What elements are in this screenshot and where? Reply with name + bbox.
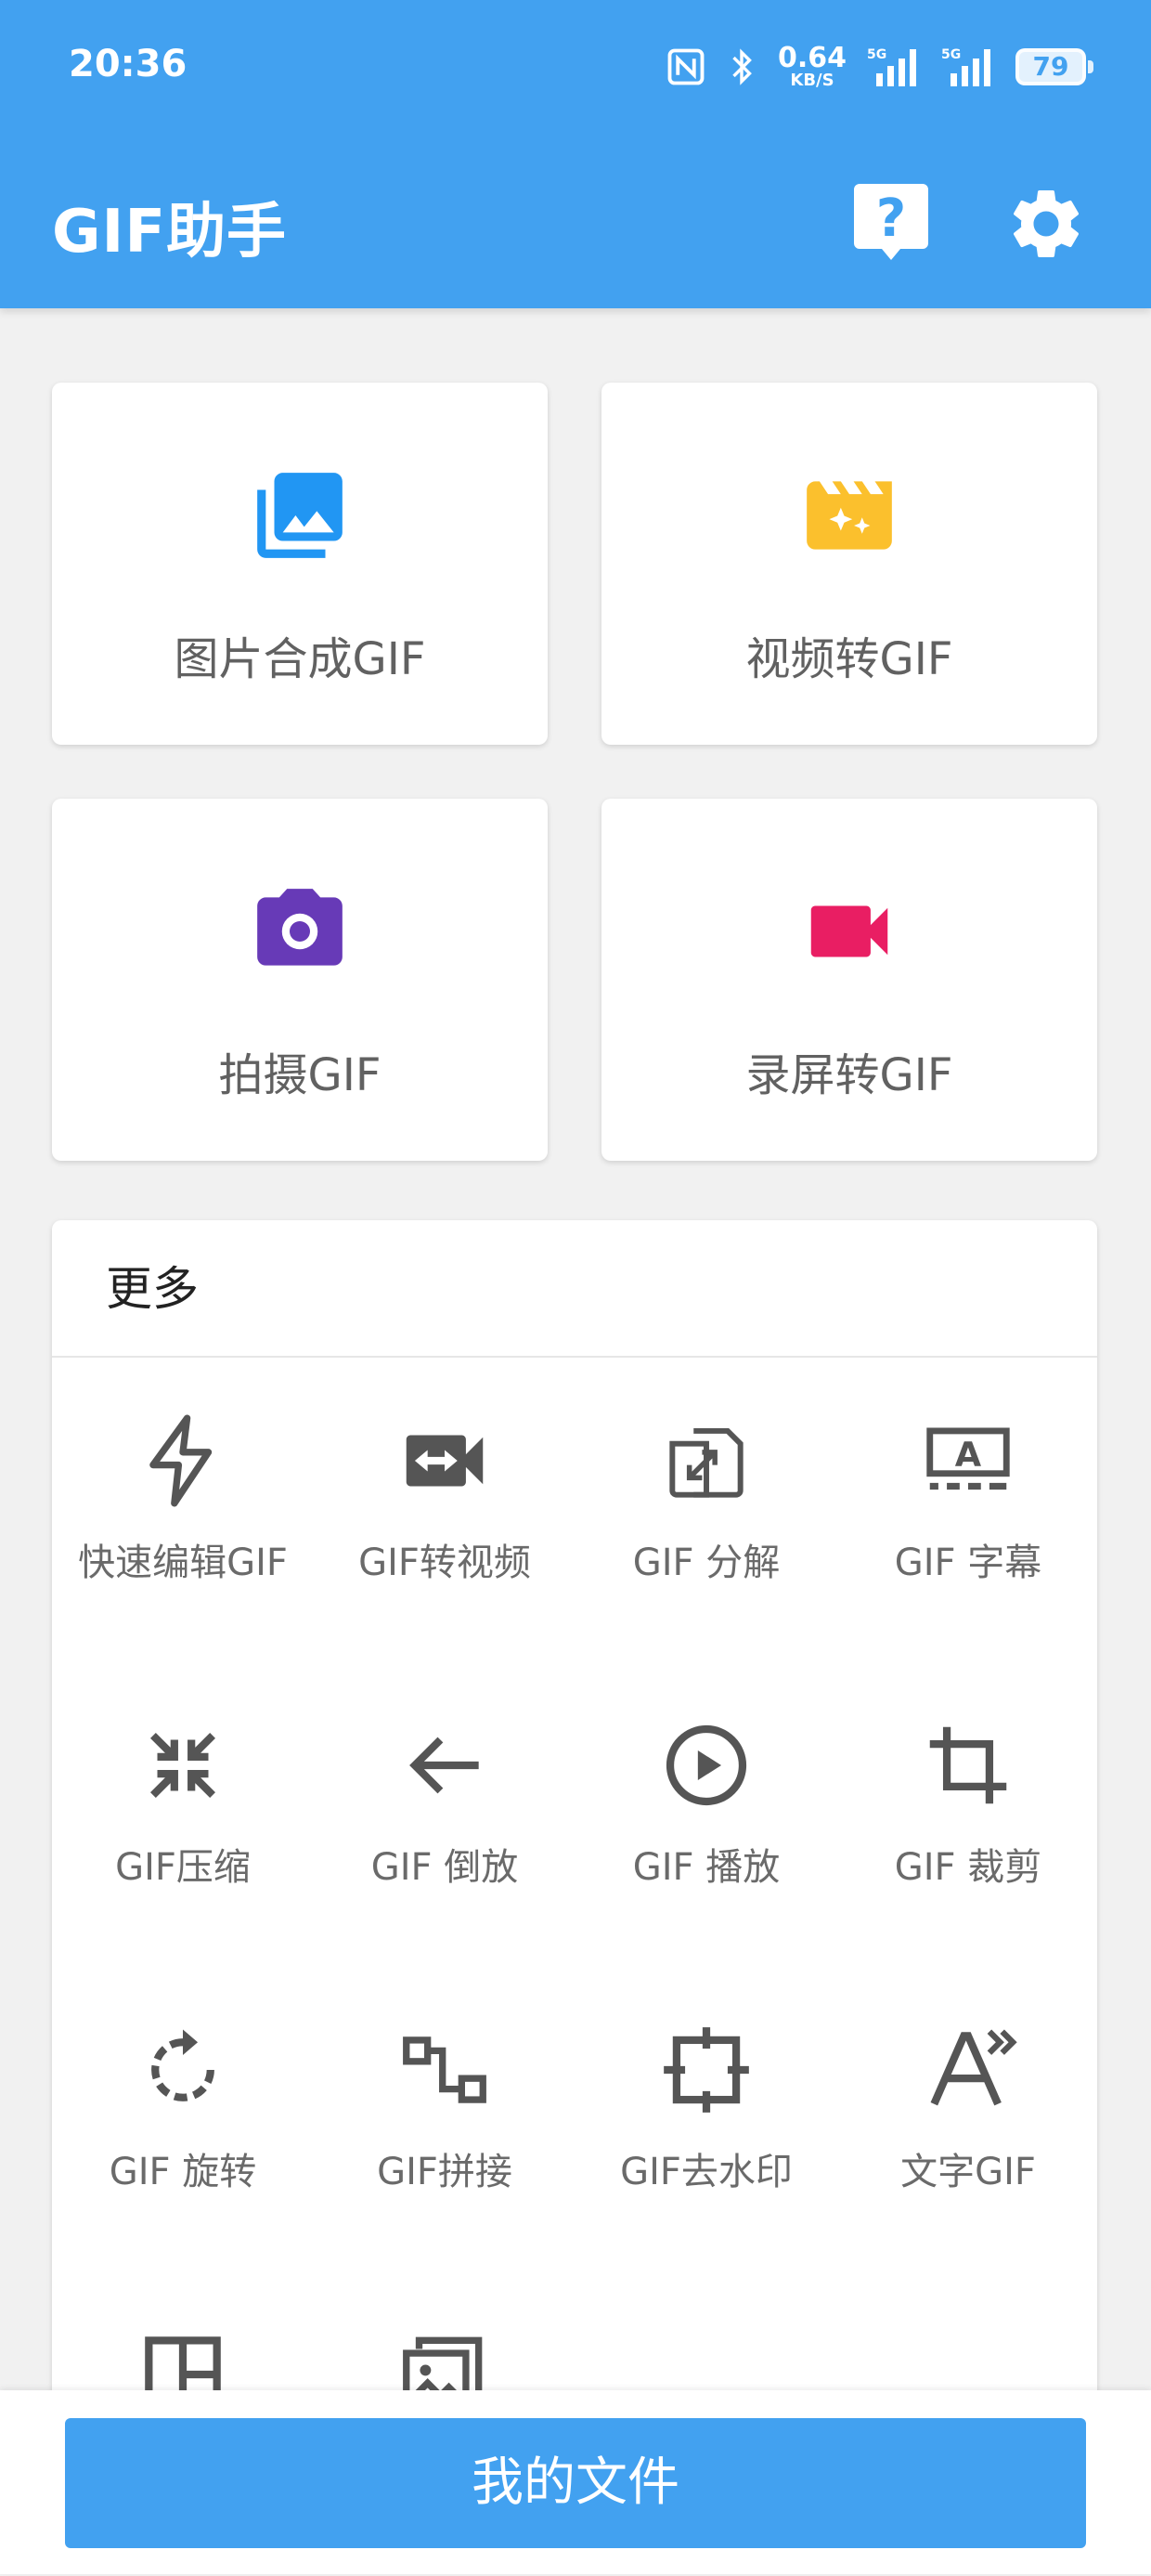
gear-icon bbox=[1013, 189, 1080, 257]
tool-gif-play[interactable]: GIF 播放 bbox=[576, 1662, 837, 1967]
text-gif-icon bbox=[930, 2029, 1017, 2106]
tool-gif-to-video[interactable]: GIF转视频 bbox=[314, 1358, 576, 1662]
feature-label: 拍摄GIF bbox=[218, 1049, 382, 1101]
svg-text:5G: 5G bbox=[867, 47, 886, 62]
tool-gif-rotate[interactable]: GIF 旋转 bbox=[52, 1967, 314, 2271]
signal-sim1-icon: 5G bbox=[867, 47, 916, 86]
file-split-icon bbox=[669, 1427, 744, 1498]
bottom-bar: 我的文件 bbox=[0, 2390, 1151, 2574]
subtitles-icon: A bbox=[926, 1427, 1010, 1490]
tool-quick-edit[interactable]: 快速编辑GIF bbox=[52, 1358, 314, 1662]
feature-card-images-to-gif[interactable]: 图片合成GIF bbox=[52, 383, 548, 745]
signal-sim2-icon: 5G bbox=[941, 47, 990, 86]
status-time: 20:36 bbox=[69, 43, 188, 85]
tool-gif-reverse[interactable]: GIF 倒放 bbox=[314, 1662, 576, 1967]
videocam-icon bbox=[810, 905, 888, 957]
feature-card-screen-record-to-gif[interactable]: 录屏转GIF bbox=[601, 799, 1097, 1161]
join-icon bbox=[403, 2036, 486, 2103]
svg-text:5G: 5G bbox=[941, 47, 961, 62]
feature-label: 录屏转GIF bbox=[745, 1049, 953, 1101]
svg-text:A: A bbox=[955, 1435, 982, 1475]
tool-text-gif[interactable]: 文字GIF bbox=[837, 1967, 1099, 2271]
help-icon: ? bbox=[854, 184, 928, 260]
more-tools-panel: 更多 快速编辑GIF GIF转视频 GIF 分解 A GIF 字幕 GIF压缩 … bbox=[52, 1220, 1097, 2520]
feature-label: 图片合成GIF bbox=[174, 633, 426, 685]
play-circle-icon bbox=[666, 1724, 747, 1806]
tool-gif-remove-watermark[interactable]: GIF去水印 bbox=[576, 1967, 837, 2271]
video-convert-icon bbox=[406, 1435, 484, 1487]
nfc-icon bbox=[667, 48, 705, 85]
app-title: GIF助手 bbox=[52, 198, 288, 267]
tool-gif-split[interactable]: GIF 分解 bbox=[576, 1358, 837, 1662]
net-speed: 0.64 KB/S bbox=[777, 42, 847, 90]
status-icons: 0.64 KB/S 5G 5G 79 bbox=[666, 41, 1093, 93]
more-title: 更多 bbox=[52, 1220, 1097, 1358]
movie-clapper-icon bbox=[807, 481, 892, 550]
arrow-back-icon bbox=[409, 1737, 479, 1794]
tool-gif-subtitles[interactable]: A GIF 字幕 bbox=[837, 1358, 1099, 1662]
tool-gif-crop[interactable]: GIF 裁剪 bbox=[837, 1662, 1099, 1967]
photo-library-icon bbox=[257, 473, 343, 558]
svg-text:?: ? bbox=[876, 189, 906, 249]
battery-indicator: 79 bbox=[1015, 48, 1093, 85]
feature-card-video-to-gif[interactable]: 视频转GIF bbox=[601, 383, 1097, 745]
remove-watermark-icon bbox=[664, 2027, 749, 2113]
bolt-icon bbox=[149, 1414, 213, 1507]
help-button[interactable]: ? bbox=[852, 180, 930, 264]
feature-card-capture-gif[interactable]: 拍摄GIF bbox=[52, 799, 548, 1161]
crop-icon bbox=[929, 1726, 1007, 1804]
camera-icon bbox=[257, 889, 343, 966]
compress-icon bbox=[149, 1732, 216, 1799]
bluetooth-icon bbox=[732, 48, 752, 85]
settings-button[interactable] bbox=[1004, 182, 1088, 266]
tool-gif-join[interactable]: GIF拼接 bbox=[314, 1967, 576, 2271]
tool-gif-compress[interactable]: GIF压缩 bbox=[52, 1662, 314, 1967]
rotate-icon bbox=[151, 2029, 214, 2101]
my-files-button[interactable]: 我的文件 bbox=[65, 2418, 1086, 2548]
app-bar: 20:36 0.64 KB/S 5G 5G 79 GIF助手 ? bbox=[0, 0, 1151, 308]
feature-label: 视频转GIF bbox=[745, 633, 953, 685]
